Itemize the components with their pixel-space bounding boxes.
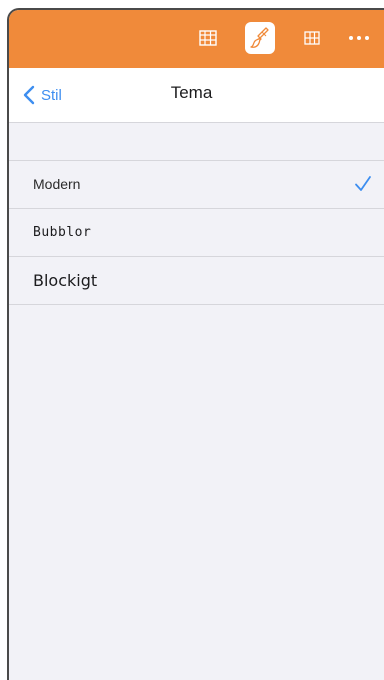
paintbrush-icon[interactable] [245, 22, 275, 54]
theme-option-label: Blockigt [33, 271, 98, 290]
format-panel: Stil Tema Modern Bubblor Blockigt [7, 8, 384, 680]
theme-option-blockigt[interactable]: Blockigt [9, 256, 384, 305]
page-title: Tema [170, 83, 213, 102]
grid-icon[interactable] [295, 21, 329, 55]
navigation-bar: Stil Tema [9, 68, 384, 123]
theme-option-bubblor[interactable]: Bubblor [9, 208, 384, 256]
theme-option-label: Bubblor [33, 225, 92, 240]
theme-list: Modern Bubblor Blockigt [9, 160, 384, 305]
table-grid-icon[interactable] [191, 21, 225, 55]
theme-option-modern[interactable]: Modern [9, 160, 384, 208]
app-window: Stil Tema Modern Bubblor Blockigt [0, 0, 384, 680]
toolbar [9, 10, 384, 68]
checkmark-icon [355, 176, 371, 191]
theme-option-label: Modern [33, 176, 81, 192]
more-icon[interactable] [342, 21, 376, 55]
